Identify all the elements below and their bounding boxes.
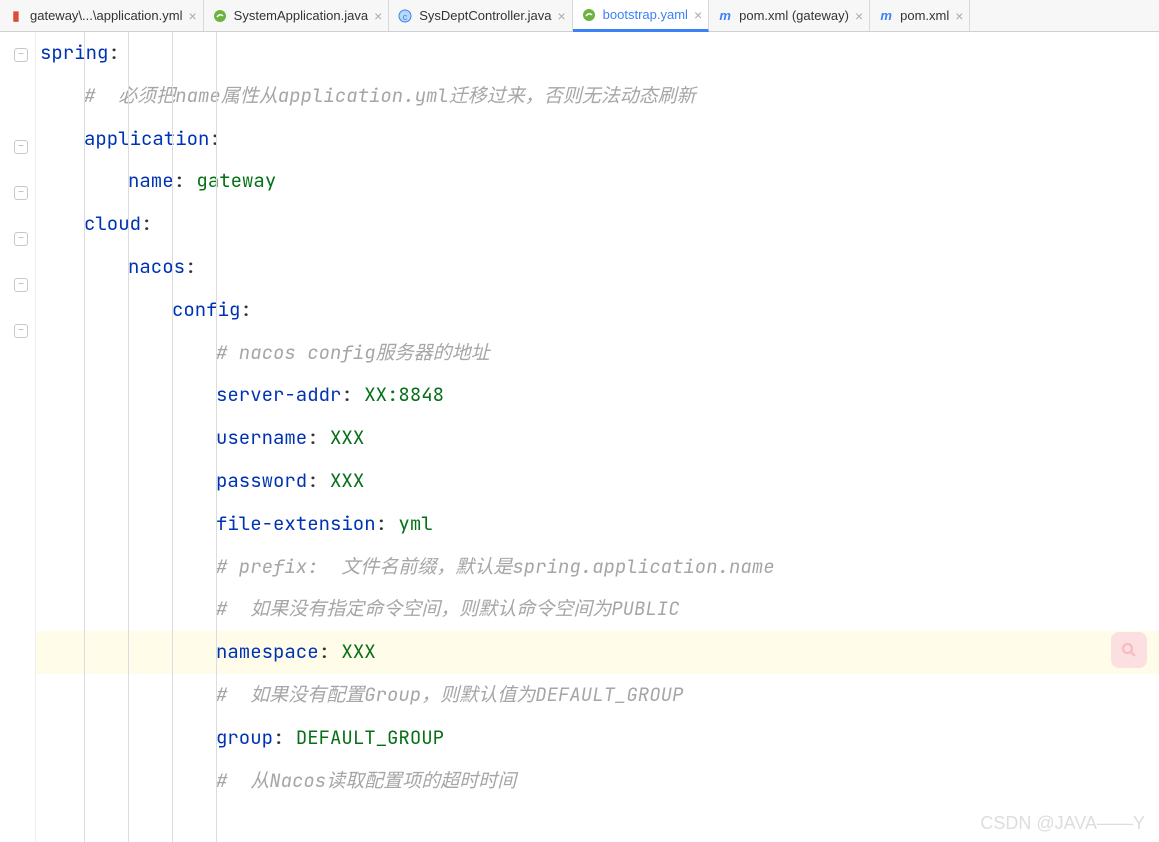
search-icon <box>1120 641 1138 659</box>
code-line[interactable]: nacos: <box>36 246 1159 289</box>
code-line[interactable]: password: XXX <box>36 460 1159 503</box>
yaml-value: XXX <box>330 468 364 493</box>
colon: : <box>273 725 284 750</box>
file-tab[interactable]: bootstrap.yaml × <box>573 0 709 32</box>
code-line[interactable]: # 如果没有配置Group，则默认值为DEFAULT_GROUP <box>36 674 1159 717</box>
file-tab[interactable]: ▮ gateway\...\application.yml × <box>0 0 204 31</box>
yaml-value: gateway <box>196 168 276 193</box>
file-tab[interactable]: c SysDeptController.java × <box>389 0 572 31</box>
code-line[interactable]: # 从Nacos读取配置项的超时时间 <box>36 760 1159 803</box>
colon: : <box>307 425 318 450</box>
code-line[interactable]: # nacos config服务器的地址 <box>36 332 1159 375</box>
m-icon: m <box>878 8 894 24</box>
colon: : <box>141 211 152 236</box>
code-editor[interactable]: spring: # 必须把name属性从application.yml迁移过来，否… <box>36 32 1159 842</box>
yaml-key: file-extension <box>216 511 376 536</box>
colon: : <box>319 639 330 664</box>
colon: : <box>108 40 119 65</box>
colon: : <box>307 468 318 493</box>
yaml-icon: ▮ <box>8 8 24 24</box>
yaml-key: cloud <box>84 211 141 236</box>
yaml-value: yml <box>398 511 432 536</box>
colon: : <box>240 297 251 322</box>
code-line[interactable]: group: DEFAULT_GROUP <box>36 717 1159 760</box>
gutter: − − − − − − <box>0 32 36 842</box>
code-line[interactable]: file-extension: yml <box>36 503 1159 546</box>
code-line[interactable]: # 必须把name属性从application.yml迁移过来，否则无法动态刷新 <box>36 75 1159 118</box>
close-icon[interactable]: × <box>557 8 565 24</box>
fold-marker[interactable]: − <box>14 324 28 338</box>
spring-icon <box>581 7 597 23</box>
file-tab[interactable]: m pom.xml (gateway) × <box>709 0 870 31</box>
yaml-key: server-addr <box>216 382 341 407</box>
comment: # 如果没有指定命令空间，则默认命令空间为PUBLIC <box>216 596 680 621</box>
yaml-value: XX:8848 <box>364 382 444 407</box>
yaml-key: spring <box>40 40 108 65</box>
m-icon: m <box>717 8 733 24</box>
code-line[interactable]: namespace: XXX <box>36 631 1159 674</box>
yaml-value: DEFAULT_GROUP <box>296 725 444 750</box>
comment: # nacos config服务器的地址 <box>216 340 490 365</box>
yaml-key: config <box>172 297 240 322</box>
fold-marker[interactable]: − <box>14 140 28 154</box>
close-icon[interactable]: × <box>855 8 863 24</box>
yaml-value: XXX <box>341 639 375 664</box>
comment: # 如果没有配置Group，则默认值为DEFAULT_GROUP <box>216 682 683 707</box>
fold-marker[interactable]: − <box>14 48 28 62</box>
yaml-key: name <box>128 168 174 193</box>
yaml-key: application <box>84 126 209 151</box>
tab-label: pom.xml (gateway) <box>739 8 849 23</box>
fold-marker[interactable]: − <box>14 232 28 246</box>
colon: : <box>341 382 352 407</box>
tab-label: SysDeptController.java <box>419 8 551 23</box>
yaml-key: username <box>216 425 307 450</box>
tab-label: gateway\...\application.yml <box>30 8 182 23</box>
colon: : <box>174 168 185 193</box>
svg-text:c: c <box>403 12 408 22</box>
close-icon[interactable]: × <box>955 8 963 24</box>
code-line[interactable]: cloud: <box>36 203 1159 246</box>
tab-label: pom.xml <box>900 8 949 23</box>
watermark: CSDN @JAVA——Y <box>980 813 1145 834</box>
yaml-key: password <box>216 468 307 493</box>
colon: : <box>185 254 196 279</box>
code-line[interactable]: username: XXX <box>36 417 1159 460</box>
java-icon: c <box>397 8 413 24</box>
code-line[interactable]: application: <box>36 118 1159 161</box>
code-line[interactable]: spring: <box>36 32 1159 75</box>
code-line[interactable]: config: <box>36 289 1159 332</box>
colon: : <box>376 511 387 536</box>
yaml-key: namespace <box>216 639 319 664</box>
tab-label: SystemApplication.java <box>234 8 368 23</box>
spring-icon <box>212 8 228 24</box>
close-icon[interactable]: × <box>694 7 702 23</box>
close-icon[interactable]: × <box>188 8 196 24</box>
file-tab[interactable]: SystemApplication.java × <box>204 0 390 31</box>
fold-marker[interactable]: − <box>14 186 28 200</box>
comment: # 从Nacos读取配置项的超时时间 <box>216 768 516 793</box>
code-line[interactable]: name: gateway <box>36 160 1159 203</box>
yaml-value: XXX <box>330 425 364 450</box>
code-line[interactable]: server-addr: XX:8848 <box>36 374 1159 417</box>
yaml-key: group <box>216 725 273 750</box>
yaml-key: nacos <box>128 254 185 279</box>
fold-marker[interactable]: − <box>14 278 28 292</box>
search-button[interactable] <box>1111 632 1147 668</box>
code-line[interactable]: # prefix: 文件名前缀，默认是spring.application.na… <box>36 546 1159 589</box>
tab-label: bootstrap.yaml <box>603 7 688 22</box>
code-line[interactable]: # 如果没有指定命令空间，则默认命令空间为PUBLIC <box>36 588 1159 631</box>
file-tab[interactable]: m pom.xml × <box>870 0 970 31</box>
comment: # 必须把name属性从application.yml迁移过来，否则无法动态刷新 <box>84 83 696 108</box>
close-icon[interactable]: × <box>374 8 382 24</box>
tabs-bar: ▮gateway\...\application.yml×SystemAppli… <box>0 0 1159 32</box>
comment: # prefix: 文件名前缀，默认是spring.application.na… <box>216 554 775 579</box>
